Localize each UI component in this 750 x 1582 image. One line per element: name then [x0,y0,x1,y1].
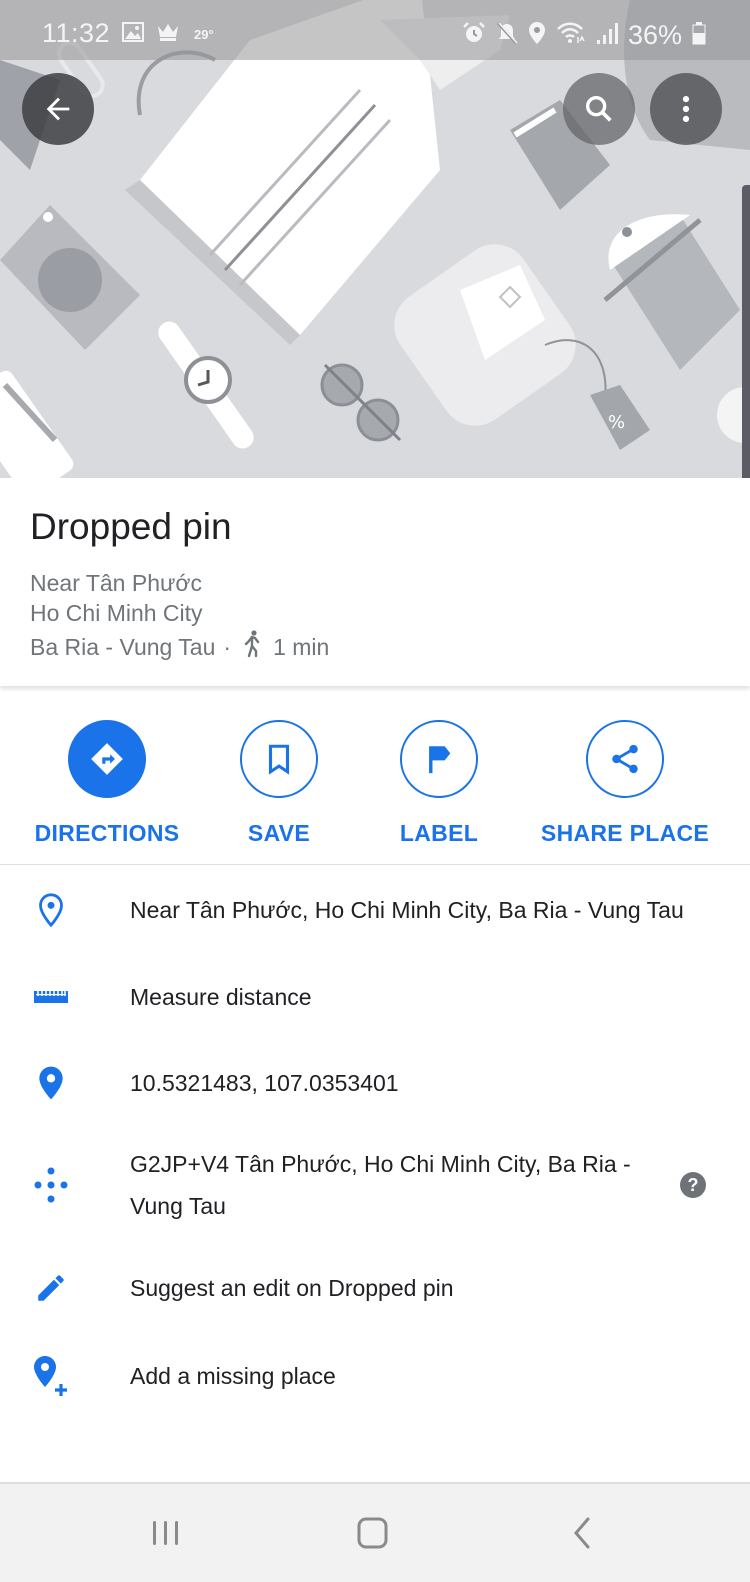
suggest-edit-text: Suggest an edit on Dropped pin [130,1275,454,1301]
place-address-line-3: Ba Ria - Vung Tau · 1 min [30,630,329,664]
ruler-icon [28,989,74,1005]
walking-time: 1 min [273,633,330,660]
measure-distance-text: Measure distance [130,984,312,1010]
save-button[interactable]: SAVE [240,720,318,847]
location-outline-icon [28,892,74,928]
action-bar: DIRECTIONS SAVE LABEL SHARE PLACE [0,700,750,865]
home-button[interactable] [343,1508,403,1558]
plus-code-text: G2JP+V4 Tân Phước, Ho Chi Minh City, Ba … [130,1151,631,1219]
mute-icon [496,21,518,50]
temperature-text: 29° [194,27,214,42]
detail-row-suggest-edit[interactable]: Suggest an edit on Dropped pin [0,1263,750,1313]
system-navigation-bar [0,1482,750,1582]
address-text: Near Tân Phước, Ho Chi Minh City, Ba Ria… [130,897,684,923]
search-button[interactable] [563,73,635,145]
battery-percent: 36% [627,20,682,50]
label-button[interactable]: LABEL [400,720,478,847]
arrow-back-icon [46,97,70,121]
recent-apps-icon [153,1521,178,1545]
recent-apps-button[interactable] [136,1508,196,1558]
walking-icon [243,630,263,664]
back-button[interactable] [22,73,94,145]
add-location-icon [28,1354,74,1398]
share-place-button[interactable]: SHARE PLACE [540,720,710,847]
help-icon[interactable]: ? [680,1172,706,1198]
directions-icon [91,743,123,775]
more-options-button[interactable] [650,73,722,145]
pencil-icon [28,1271,74,1305]
more-vert-icon [682,95,690,123]
alarm-icon [462,21,486,50]
label-label: LABEL [399,820,479,846]
home-icon [357,1517,388,1549]
search-icon [585,95,612,122]
system-back-button[interactable] [552,1508,612,1558]
directions-button[interactable]: DIRECTIONS [34,720,180,847]
shopping-illustration: % [0,0,750,478]
separator-dot: · [223,633,232,660]
plus-code-icon [28,1163,74,1207]
gallery-icon [122,22,144,47]
place-address-line-1: Near Tân Phước [30,570,202,596]
save-label: SAVE [247,820,311,846]
battery-icon [692,21,706,50]
place-title: Dropped pin [30,506,232,547]
place-summary: Dropped pin Near Tân Phước Ho Chi Minh C… [0,478,750,686]
location-icon [528,21,546,50]
add-missing-place-text: Add a missing place [130,1363,336,1389]
detail-row-coordinates[interactable]: 10.5321483, 107.0353401 [0,1058,750,1108]
chevron-left-icon [574,1517,590,1549]
bookmark-icon [268,744,290,775]
place-region: Ba Ria - Vung Tau [30,633,216,660]
directions-label: DIRECTIONS [34,820,180,846]
share-icon [612,744,638,774]
coordinates-text: 10.5321483, 107.0353401 [130,1070,399,1096]
detail-row-measure-distance[interactable]: Measure distance [0,972,750,1022]
place-address-line-2: Ho Chi Minh City [30,600,203,626]
detail-row-address[interactable]: Near Tân Phước, Ho Chi Minh City, Ba Ria… [0,885,750,935]
share-place-label: SHARE PLACE [540,820,710,846]
detail-row-plus-code[interactable]: G2JP+V4 Tân Phước, Ho Chi Minh City, Ba … [0,1143,750,1229]
detail-row-add-missing-place[interactable]: Add a missing place [0,1351,750,1401]
svg-text:%: % [608,412,625,433]
side-panel-handle[interactable] [742,185,750,478]
flag-icon [429,746,451,774]
place-hero-image: % 11:32 29° 36% [0,0,750,478]
location-pin-icon [28,1065,74,1101]
status-time: 11:32 [42,18,111,48]
crown-icon [156,22,180,47]
status-bar: 11:32 29° 36% [0,0,750,60]
signal-icon [596,21,618,50]
wifi-icon [556,21,586,50]
